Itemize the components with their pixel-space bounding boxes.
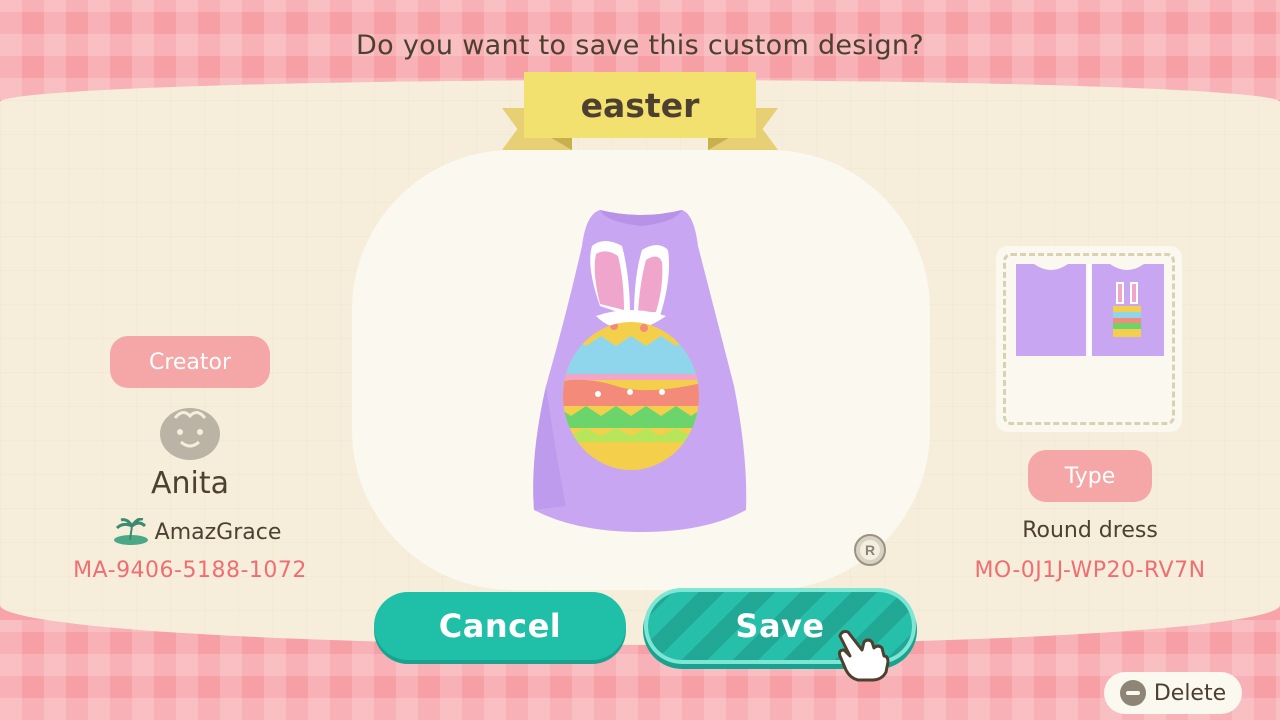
- type-label: Type: [1028, 450, 1152, 502]
- delete-label: Delete: [1153, 680, 1227, 706]
- pattern-thumbnail: [1016, 264, 1164, 356]
- r-stick-rotate-icon[interactable]: R: [852, 532, 888, 568]
- creator-island: AmazGrace: [96, 516, 296, 548]
- creator-code: MA-9406-5188-1072: [73, 558, 307, 583]
- design-code: MO-0J1J-WP20-RV7N: [974, 558, 1206, 583]
- creator-name: Anita: [150, 466, 230, 501]
- minus-button-icon: [1119, 680, 1146, 706]
- hand-pointer-icon: [838, 630, 890, 682]
- dialog-question: Do you want to save this custom design?: [356, 30, 924, 61]
- island-icon: [113, 518, 148, 545]
- delete-button[interactable]: Delete: [1104, 672, 1242, 714]
- design-name-ribbon: easter: [502, 72, 778, 154]
- dress-preview[interactable]: [526, 206, 756, 538]
- creator-label: Creator: [110, 336, 270, 388]
- design-name: easter: [524, 72, 756, 138]
- villager-face-icon: [160, 408, 220, 460]
- cancel-button[interactable]: Cancel: [374, 592, 626, 660]
- design-type: Round dress: [1022, 518, 1158, 543]
- island-name: AmazGrace: [154, 519, 282, 545]
- svg-text:R: R: [865, 542, 875, 558]
